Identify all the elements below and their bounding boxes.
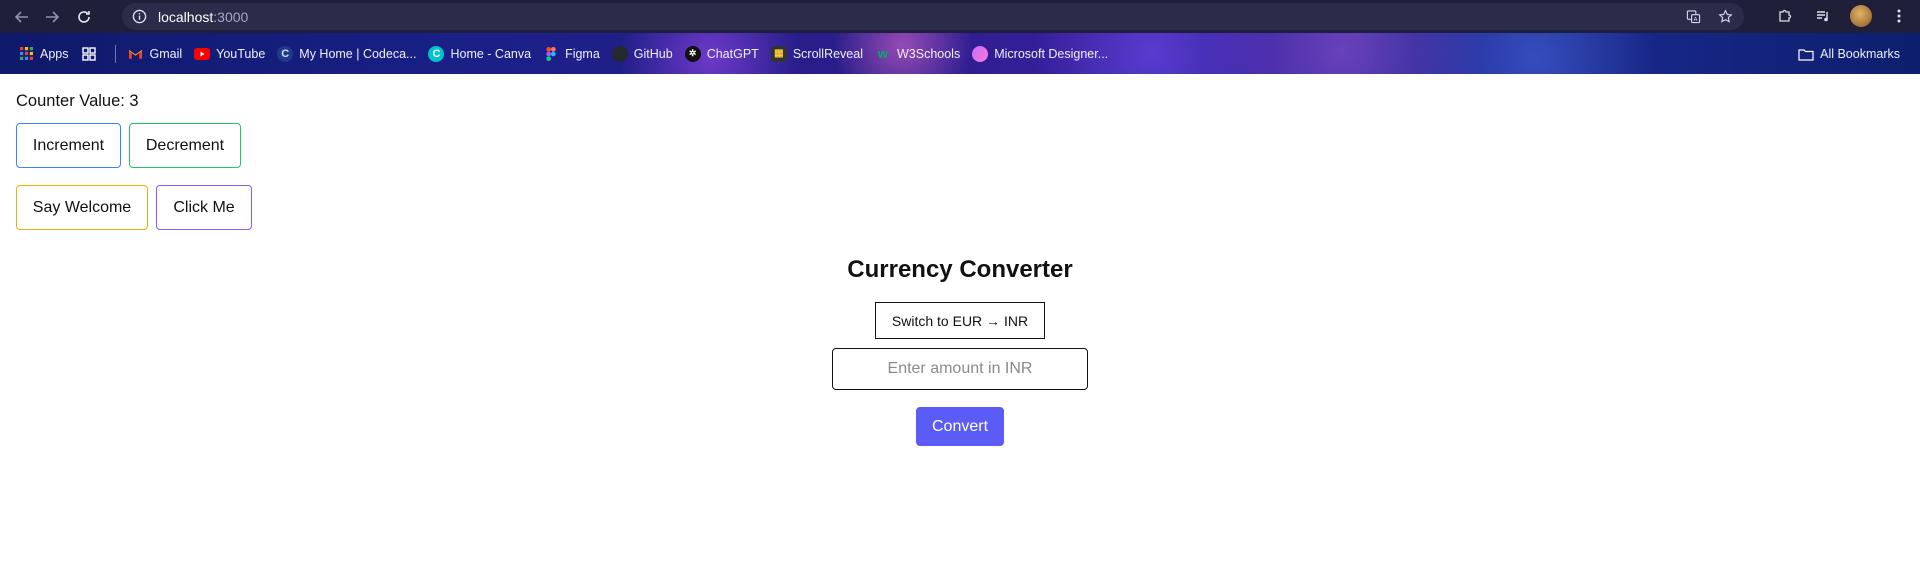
reload-icon[interactable] bbox=[70, 3, 98, 31]
translate-icon[interactable]: A bbox=[1684, 7, 1702, 25]
bookmark-canva[interactable]: C Home - Canva bbox=[422, 40, 537, 68]
folder-icon bbox=[1798, 46, 1814, 62]
bookmark-label: Home - Canva bbox=[450, 46, 532, 61]
w3schools-icon: w bbox=[877, 46, 889, 61]
bookmark-label: Gmail bbox=[149, 46, 183, 61]
url-host: localhost bbox=[158, 8, 214, 25]
switch-currency-button[interactable]: Switch to EUR → INR bbox=[875, 302, 1045, 339]
bookmark-label: GitHub bbox=[633, 46, 673, 61]
designer-icon bbox=[972, 45, 989, 62]
bookmark-scrollreveal[interactable]: ▦ ScrollReveal bbox=[765, 40, 869, 68]
browser-toolbar: localhost:3000 A bbox=[0, 0, 1920, 33]
profile-avatar[interactable] bbox=[1850, 5, 1872, 27]
apps-grid-icon bbox=[18, 46, 34, 62]
site-info-icon[interactable] bbox=[130, 8, 148, 26]
extensions-icon[interactable] bbox=[1774, 5, 1796, 27]
browser-menu-icon[interactable] bbox=[1888, 5, 1910, 27]
bookmark-label: My Home | Codeca... bbox=[299, 46, 417, 61]
github-icon bbox=[611, 45, 628, 62]
say-welcome-button[interactable]: Say Welcome bbox=[16, 185, 148, 230]
bookmark-label: ChatGPT bbox=[706, 46, 759, 61]
convert-button[interactable]: Convert bbox=[916, 407, 1004, 446]
amount-input[interactable] bbox=[832, 348, 1088, 390]
forward-icon[interactable] bbox=[38, 3, 66, 31]
bookmark-extensions[interactable] bbox=[75, 40, 109, 68]
bookmark-codecademy[interactable]: C My Home | Codeca... bbox=[271, 40, 422, 68]
bookmark-label: W3Schools bbox=[896, 46, 961, 61]
scrollreveal-icon: ▦ bbox=[770, 45, 787, 62]
bookmark-github[interactable]: GitHub bbox=[606, 40, 679, 68]
decrement-button[interactable]: Decrement bbox=[129, 123, 241, 168]
figma-icon bbox=[543, 46, 559, 62]
counter-value: Counter Value: 3 bbox=[16, 92, 139, 110]
bookmark-apps[interactable]: Apps bbox=[12, 40, 75, 68]
bookmark-figma[interactable]: Figma bbox=[537, 40, 606, 68]
bookmark-label: ScrollReveal bbox=[792, 46, 863, 61]
extensions-grid-icon bbox=[81, 46, 97, 62]
increment-button[interactable]: Increment bbox=[16, 123, 121, 168]
bookmark-youtube[interactable]: YouTube bbox=[188, 40, 271, 68]
bookmark-designer[interactable]: Microsoft Designer... bbox=[966, 40, 1114, 68]
bookmark-label: Microsoft Designer... bbox=[994, 46, 1109, 61]
bookmark-star-icon[interactable] bbox=[1716, 7, 1734, 25]
chatgpt-icon: ✲ bbox=[684, 45, 701, 62]
bookmark-gmail[interactable]: Gmail bbox=[122, 40, 189, 68]
url-text: localhost:3000 bbox=[158, 9, 248, 25]
all-bookmarks-label: All Bookmarks bbox=[1820, 47, 1900, 61]
back-icon[interactable] bbox=[8, 3, 36, 31]
gmail-icon bbox=[128, 46, 144, 62]
bookmark-label: YouTube bbox=[216, 46, 266, 61]
bookmark-label: Figma bbox=[565, 46, 600, 61]
media-control-icon[interactable] bbox=[1812, 5, 1834, 27]
canva-icon: C bbox=[428, 45, 445, 62]
bookmark-label: Apps bbox=[40, 46, 69, 61]
click-me-button[interactable]: Click Me bbox=[156, 185, 252, 230]
bookmarks-bar: Apps Gmail YouTube C My Home | Codeca...… bbox=[0, 33, 1920, 74]
bookmark-chatgpt[interactable]: ✲ ChatGPT bbox=[679, 40, 765, 68]
bookmarks-divider bbox=[114, 44, 116, 63]
all-bookmarks-button[interactable]: All Bookmarks bbox=[1792, 40, 1906, 68]
svg-text:A: A bbox=[1693, 17, 1697, 23]
currency-converter-title: Currency Converter bbox=[847, 256, 1073, 283]
bookmark-w3schools[interactable]: w W3Schools bbox=[869, 40, 966, 68]
url-port: :3000 bbox=[213, 8, 249, 25]
codecademy-icon: C bbox=[277, 45, 294, 62]
address-bar[interactable]: localhost:3000 A bbox=[122, 3, 1744, 30]
youtube-icon bbox=[194, 46, 211, 62]
